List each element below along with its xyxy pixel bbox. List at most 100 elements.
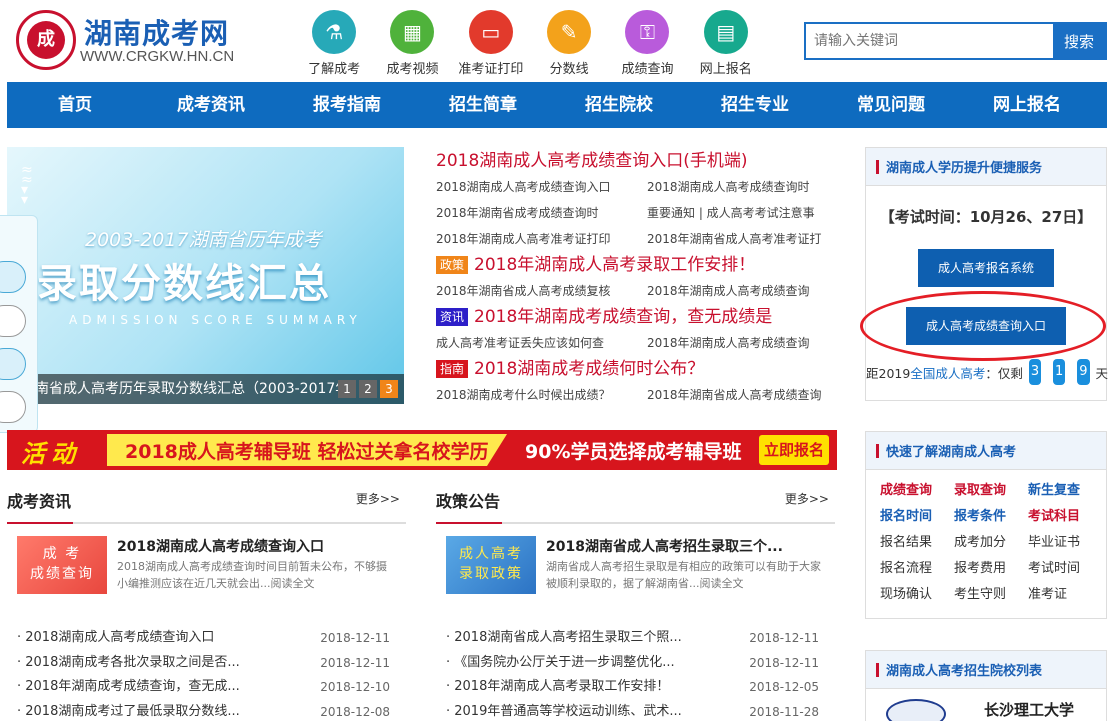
quick-link[interactable]: 报名时间 [880,506,954,528]
news-link[interactable]: 2018湖南成考什么时候出成绩？ [436,382,647,408]
news-row: 2018年湖南省成考成绩查询时 重要通知 | 成人高考考试注意事 [436,200,838,226]
headline-link[interactable]: 2018湖南成人高考成绩查询入口(手机端) [436,148,838,174]
nav-majors[interactable]: 招生专业 [687,82,823,128]
quick-link-video[interactable]: ▦ 成考视频 [373,10,451,77]
featured-desc: 2018湖南成人高考成绩查询时间目前暂未公布，不够摄小编推测应该在近几天就会出.… [117,560,387,590]
score-query-button[interactable]: 成人高考成绩查询入口 [906,307,1066,345]
quick-icons: ⚗ 了解成考 ▦ 成考视频 ▭ 准考证打印 ✎ 分数线 ⚿ 成绩查询 ▤ 网上报… [295,10,765,77]
headline-info[interactable]: 资讯 2018年湖南成考成绩查询，查无成绩是 [436,304,838,330]
news-link[interactable]: 2018年湖南省成考成绩查询时 [436,200,647,226]
quick-link[interactable]: 新生复查 [1028,480,1102,502]
register-system-button[interactable]: 成人高考报名系统 [918,249,1054,287]
quick-links-panel: 快速了解湖南成人高考 成绩查询 录取查询 新生复查 报名时间 报考条件 考试科目 报名结果成… [865,431,1107,619]
promo-right-text: 90%学员选择成考辅导班 [525,441,742,463]
countdown: 距2019 全国成人高考 ：仅剩 3 1 9 天 [866,359,1108,385]
headline-guide[interactable]: 指南 2018湖南成考成绩何时公布？ [436,356,838,382]
quick-link[interactable]: 现场确认 [880,584,954,606]
news-row: 2018年湖南省成人高考成绩复核 2018年湖南成人高考成绩查询 [436,278,838,304]
nav-brochure[interactable]: 招生简章 [415,82,551,128]
quick-link[interactable]: 考试科目 [1028,506,1102,528]
article-list: · 2018湖南省成人高考招生录取三个照... 2018-12-11 · 《国务院… [436,626,835,721]
floating-side-panel [0,215,38,433]
more-link[interactable]: 更多>> [785,490,829,507]
banner-page-2[interactable]: 2 [359,380,377,398]
news-link[interactable]: 成人高考准考证丢失应该如何查 [436,330,647,356]
quick-link-about[interactable]: ⚗ 了解成考 [295,10,373,77]
quick-link[interactable]: 成绩查询 [880,480,954,502]
news-link[interactable]: 重要通知 | 成人高考考试注意事 [647,200,838,226]
quick-link[interactable]: 报名结果 [880,532,954,554]
float-button-1[interactable] [0,261,26,293]
quick-link[interactable]: 准考证 [1028,584,1102,606]
banner-page-1[interactable]: 1 [338,380,356,398]
news-link[interactable]: 2018年湖南成人高考成绩查询 [647,330,838,356]
float-button-2[interactable] [0,305,26,337]
news-row: 2018湖南成考什么时候出成绩？ 2018年湖南省成人高考成绩查询 [436,382,838,408]
list-item[interactable]: · 2019年普通高等学校运动训练、武术... 2018-11-28 [436,700,835,721]
promo-banner[interactable]: 活动 2018成人高考辅导班 轻松过关拿名校学历 90%学员选择成考辅导班 立即… [7,430,837,470]
news-link[interactable]: 2018年湖南成人高考准考证打印 [436,226,647,252]
search-input[interactable] [806,24,1053,58]
nav-news[interactable]: 成考资讯 [143,82,279,128]
countdown-digit: 1 [1053,359,1066,385]
decor-chevrons-icon: ≈ ≈ ▾ ▾ [21,162,33,208]
float-button-4[interactable] [0,391,26,423]
panel-header: 湖南成人学历提升便捷服务 [866,148,1106,186]
headline-policy[interactable]: 政策 2018年湖南成人高考录取工作安排！ [436,252,838,278]
list-item[interactable]: · 2018年湖南成人高考录取工作安排！ 2018-12-05 [436,675,835,700]
more-link[interactable]: 更多>> [356,490,400,507]
column-header: 政策公告 更多>> [436,484,835,524]
column-title: 成考资讯 [7,492,72,511]
news-link[interactable]: 2018年湖南省成人高考准考证打 [647,226,838,252]
list-item[interactable]: · 2018湖南成考各批次录取之间是否... 2018-12-11 [7,651,406,676]
featured-article[interactable]: 成人高考 录取政策 2018湖南省成人高考招生录取三个... 湖南省成人高考招生… [436,536,835,602]
exam-time: 【考试时间：10月26、27日】 [879,208,1093,226]
quick-link[interactable]: 录取查询 [954,480,1028,502]
promo-signup-button[interactable]: 立即报名 [759,435,829,465]
banner-page-3[interactable]: 3 [380,380,398,398]
news-link[interactable]: 2018年湖南成人高考成绩查询 [647,278,838,304]
headline-news: 2018湖南成人高考成绩查询入口(手机端) 2018湖南成人高考成绩查询入口 20… [436,148,838,408]
featured-title: 2018湖南成人高考成绩查询入口 [117,539,324,555]
list-item[interactable]: · 2018湖南成考过了最低录取分数线... 2018-12-08 [7,700,406,721]
nav-faq[interactable]: 常见问题 [823,82,959,128]
quick-link-online-register[interactable]: ▤ 网上报名 [687,10,765,77]
nav-guide[interactable]: 报考指南 [279,82,415,128]
list-item[interactable]: · 2018湖南省成人高考招生录取三个照... 2018-12-11 [436,626,835,651]
featured-article[interactable]: 成 考 成绩查询 2018湖南成人高考成绩查询入口 2018湖南成人高考成绩查询… [7,536,406,602]
quick-link[interactable]: 考生守则 [954,584,1028,606]
list-item[interactable]: · 2018年湖南成考成绩查询，查无成... 2018-12-10 [7,675,406,700]
column-title: 政策公告 [436,492,501,511]
key-icon: ⚿ [625,10,670,54]
news-link[interactable]: 2018湖南成人高考成绩查询入口 [436,174,647,200]
list-item[interactable]: · 2018湖南成人高考成绩查询入口 2018-12-11 [7,626,406,651]
quick-link-admission-ticket[interactable]: ▭ 准考证打印 [452,10,530,77]
list-item[interactable]: · 《国务院办公厅关于进一步调整优化... 2018-12-11 [436,651,835,676]
news-row: 2018年湖南成人高考准考证打印 2018年湖南省成人高考准考证打 [436,226,838,252]
news-link[interactable]: 2018湖南成人高考成绩查询时 [647,174,838,200]
quick-link[interactable]: 报考费用 [954,558,1028,580]
nav-home[interactable]: 首页 [7,82,143,128]
float-button-3[interactable] [0,348,26,380]
quick-link-score-line[interactable]: ✎ 分数线 [530,10,608,77]
news-link[interactable]: 2018年湖南省成人高考成绩查询 [647,382,838,408]
school-emblem-icon [886,699,946,721]
quick-link[interactable]: 考试时间 [1028,558,1102,580]
article-list: · 2018湖南成人高考成绩查询入口 2018-12-11 · 2018湖南成考各… [7,626,406,721]
quick-link[interactable]: 成考加分 [954,532,1028,554]
quick-link[interactable]: 报名流程 [880,558,954,580]
banner-slider[interactable]: ≈ ≈ ▾ ▾ 2003-2017湖南省历年成考 录取分数线汇总 ADMISSION … [7,147,404,404]
banner-line1: 2003-2017湖南省历年成考 [85,229,322,251]
site-logo[interactable]: 成 湖南成考网 WWW.CRGKW.HN.CN [16,10,246,70]
quick-link[interactable]: 毕业证书 [1028,532,1102,554]
nav-register[interactable]: 网上报名 [959,82,1095,128]
building-icon: ▦ [390,10,435,54]
search-button[interactable]: 搜索 [1053,24,1105,58]
quick-link-score-query[interactable]: ⚿ 成绩查询 [608,10,686,77]
nav-colleges[interactable]: 招生院校 [551,82,687,128]
quick-link[interactable]: 报考条件 [954,506,1028,528]
school-name[interactable]: 长沙理工大学 [984,699,1074,720]
featured-thumbnail: 成 考 成绩查询 [17,536,107,594]
service-panel: 湖南成人学历提升便捷服务 【考试时间：10月26、27日】 成人高考报名系统 成… [860,147,1108,401]
news-link[interactable]: 2018年湖南省成人高考成绩复核 [436,278,647,304]
